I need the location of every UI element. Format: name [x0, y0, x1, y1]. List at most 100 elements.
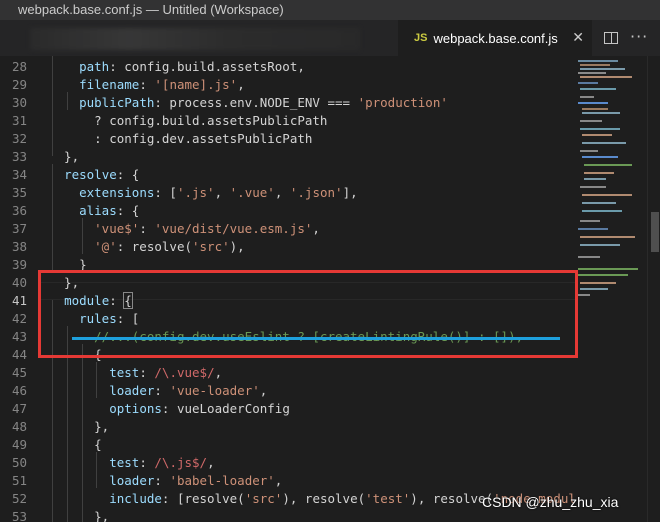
code-token: 'production': [357, 95, 448, 110]
code-token: {: [123, 292, 133, 309]
code-text: : config.dev.assetsPublicPath: [49, 130, 312, 148]
scrollbar-thumb[interactable]: [651, 212, 659, 252]
code-line[interactable]: 41 module: {: [0, 292, 575, 310]
code-token: ),: [229, 239, 245, 254]
code-line[interactable]: 30 publicPath: process.env.NODE_ENV === …: [0, 94, 575, 112]
code-token: {: [49, 347, 102, 362]
code-token: module: [64, 293, 110, 308]
code-token: '[name].js': [154, 77, 238, 92]
code-line[interactable]: 51 loader: 'babel-loader',: [0, 472, 575, 490]
code-token: :: [139, 77, 155, 92]
code-line[interactable]: 44 {: [0, 346, 575, 364]
code-line[interactable]: 45 test: /\.vue$/,: [0, 364, 575, 382]
code-line[interactable]: 35 extensions: ['.js', '.vue', '.json'],: [0, 184, 575, 202]
tab-bar: JS webpack.base.conf.js ✕: [0, 20, 660, 56]
code-token: ,: [214, 365, 223, 380]
code-text: test: /\.js$/,: [49, 454, 214, 472]
close-icon[interactable]: ✕: [572, 30, 584, 46]
code-line[interactable]: 29 filename: '[name].js',: [0, 76, 575, 94]
line-number: 29: [11, 77, 27, 92]
code-line[interactable]: 49 {: [0, 436, 575, 454]
line-number: 39: [11, 257, 27, 272]
code-line[interactable]: 48 },: [0, 418, 575, 436]
code-line[interactable]: 31 ? config.build.assetsPublicPath: [0, 112, 575, 130]
vertical-scrollbar[interactable]: [647, 56, 660, 522]
line-number: 45: [11, 365, 27, 380]
code-token: :: [139, 365, 155, 380]
code-text: '@': resolve('src'),: [49, 238, 245, 256]
code-text: publicPath: process.env.NODE_ENV === 'pr…: [49, 94, 448, 112]
code-line[interactable]: 38 '@': resolve('src'),: [0, 238, 575, 256]
more-actions-icon[interactable]: ···: [630, 27, 648, 46]
line-number: 28: [11, 59, 27, 74]
code-token: /\.js$/: [154, 455, 208, 470]
code-line[interactable]: 39 }: [0, 256, 575, 274]
code-text: }: [49, 256, 87, 274]
line-number: 46: [11, 383, 27, 398]
code-line[interactable]: 50 test: /\.js$/,: [0, 454, 575, 472]
code-text: module: {: [49, 292, 133, 310]
line-number: 38: [11, 239, 27, 254]
code-token: : process.env.NODE_ENV ===: [154, 95, 358, 110]
minimap[interactable]: [575, 56, 647, 522]
code-text: extensions: ['.js', '.vue', '.json'],: [49, 184, 358, 202]
code-token: alias: [79, 203, 117, 218]
code-token: :: [139, 221, 155, 236]
code-text: },: [49, 508, 109, 522]
code-token: ,: [259, 383, 268, 398]
line-number: 48: [11, 419, 27, 434]
code-line[interactable]: 33 },: [0, 148, 575, 166]
code-token: ],: [342, 185, 358, 200]
code-token: : vueLoaderConfig: [161, 401, 290, 416]
line-number: 42: [11, 311, 27, 326]
code-text: test: /\.vue$/,: [49, 364, 222, 382]
line-number: 47: [11, 401, 27, 416]
tab-webpack-base-conf[interactable]: JS webpack.base.conf.js ✕: [398, 20, 592, 56]
code-token: },: [49, 275, 80, 290]
code-token: 'vue/dist/vue.esm.js': [154, 221, 313, 236]
code-line[interactable]: 36 alias: {: [0, 202, 575, 220]
code-token: : {: [116, 203, 140, 218]
code-line[interactable]: 37 'vue$': 'vue/dist/vue.esm.js',: [0, 220, 575, 238]
code-token: path: [79, 59, 110, 74]
code-line[interactable]: 46 loader: 'vue-loader',: [0, 382, 575, 400]
code-token: 'src': [244, 491, 283, 506]
code-line[interactable]: 47 options: vueLoaderConfig: [0, 400, 575, 418]
code-token: : [: [116, 311, 140, 326]
code-line[interactable]: 32 : config.dev.assetsPublicPath: [0, 130, 575, 148]
code-editor[interactable]: 28 path: config.build.assetsRoot, 29 file…: [0, 56, 575, 522]
code-token: :: [154, 383, 170, 398]
code-text: },: [49, 274, 79, 292]
tab-label: webpack.base.conf.js: [433, 30, 558, 46]
code-line[interactable]: 53 },: [0, 508, 575, 522]
code-token: :: [109, 293, 125, 308]
code-text: },: [49, 418, 109, 436]
line-number: 35: [11, 185, 27, 200]
code-text: },: [49, 148, 79, 166]
code-text: resolve: {: [49, 166, 139, 184]
code-text: rules: [: [49, 310, 139, 328]
line-number: 34: [11, 167, 27, 182]
code-text: loader: 'vue-loader',: [49, 382, 267, 400]
line-number: 43: [11, 329, 27, 344]
code-token: include: [109, 491, 162, 506]
code-token: }: [49, 257, 87, 272]
code-line[interactable]: 40 },: [0, 274, 575, 292]
annotation-underline: [72, 337, 560, 340]
code-token: extensions: [79, 185, 155, 200]
code-line[interactable]: 34 resolve: {: [0, 166, 575, 184]
line-number: 30: [11, 95, 27, 110]
split-editor-icon[interactable]: [604, 32, 618, 44]
code-line[interactable]: 42 rules: [: [0, 310, 575, 328]
code-line[interactable]: 28 path: config.build.assetsRoot,: [0, 58, 575, 76]
code-text: path: config.build.assetsRoot,: [49, 58, 305, 76]
line-number: 50: [11, 455, 27, 470]
code-token: ? config.build.assetsPublicPath: [49, 113, 328, 128]
code-token: '@': [94, 239, 117, 254]
code-token: },: [49, 509, 110, 522]
line-number: 53: [11, 509, 27, 522]
